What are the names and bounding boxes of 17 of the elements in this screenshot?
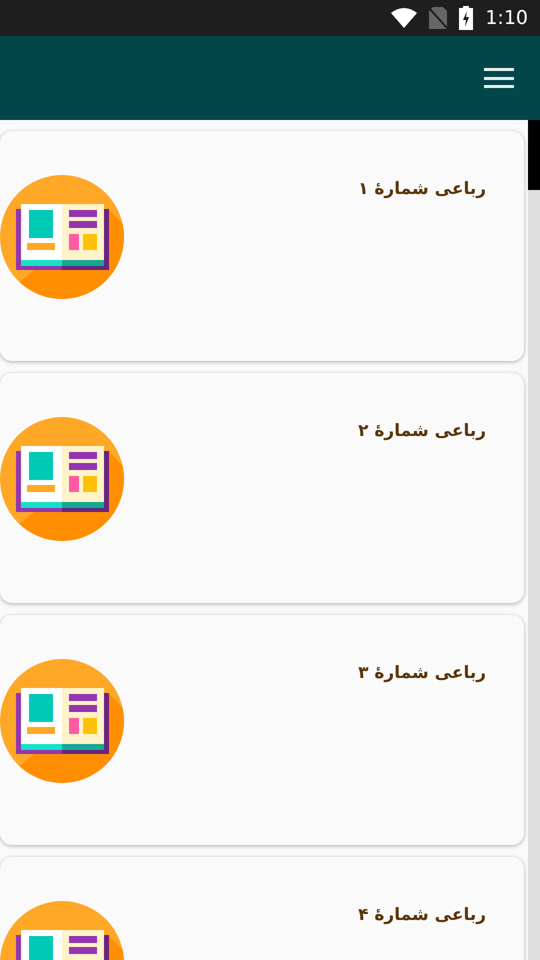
- poem-card[interactable]: رباعی شمارهٔ ۱: [0, 131, 524, 361]
- status-time: 1:10: [485, 6, 528, 31]
- poem-card[interactable]: رباعی شمارهٔ ۴: [0, 857, 524, 960]
- card-title: رباعی شمارهٔ ۲: [358, 420, 486, 443]
- book-icon: [0, 175, 124, 299]
- book-icon: [0, 417, 124, 541]
- no-sim-icon: [429, 7, 448, 29]
- wifi-icon: [391, 8, 418, 28]
- menu-button[interactable]: [484, 66, 514, 90]
- battery-charging-icon: [459, 6, 474, 30]
- poem-card[interactable]: رباعی شمارهٔ ۳: [0, 615, 524, 845]
- card-title: رباعی شمارهٔ ۴: [358, 904, 486, 927]
- poem-card[interactable]: رباعی شمارهٔ ۲: [0, 373, 524, 603]
- book-icon: [0, 659, 124, 783]
- card-title: رباعی شمارهٔ ۳: [358, 662, 486, 685]
- scrollbar-thumb[interactable]: [528, 120, 540, 190]
- card-title: رباعی شمارهٔ ۱: [358, 178, 486, 201]
